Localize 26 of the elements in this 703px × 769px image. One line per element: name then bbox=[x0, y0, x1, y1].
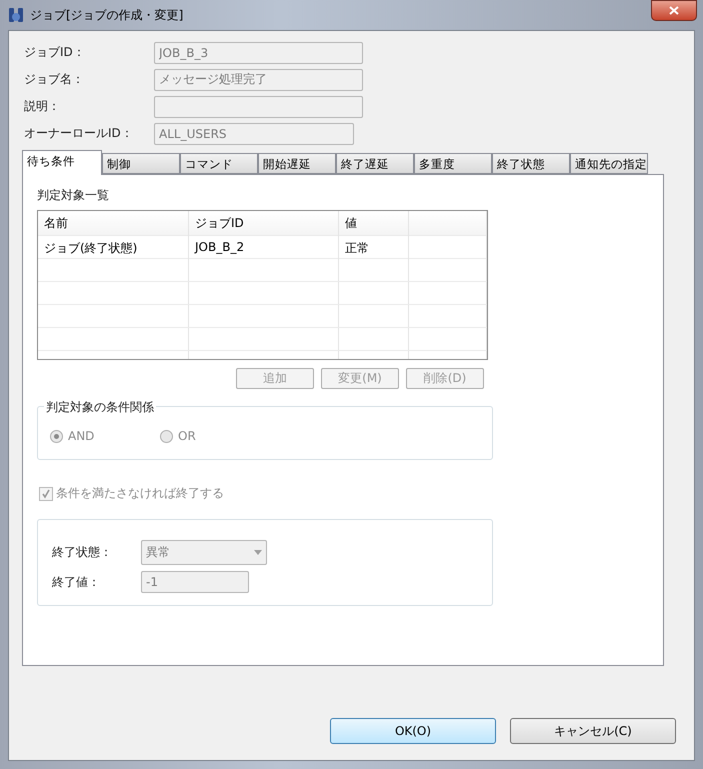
field-label: ジョブ名： bbox=[23, 71, 85, 88]
tab[interactable]: 制御 bbox=[102, 153, 180, 174]
field-label: ジョブID： bbox=[23, 44, 86, 61]
check-icon bbox=[41, 488, 51, 498]
tab[interactable]: 終了遅延 bbox=[336, 153, 414, 174]
caret-icon bbox=[254, 550, 262, 555]
field-label: 説明： bbox=[23, 98, 61, 115]
dialog-button[interactable]: OK(O) bbox=[330, 718, 496, 744]
table[interactable]: 名前 ジョブID 値 ジョブ(終了状態) JOB_B_2 正常 bbox=[37, 210, 488, 360]
tab[interactable]: コマンド bbox=[180, 153, 258, 174]
tab[interactable]: 開始遅延 bbox=[258, 153, 336, 174]
field-label: 終了値： bbox=[52, 574, 101, 590]
field-label: オーナーロールID： bbox=[23, 125, 134, 142]
tab[interactable]: 終了状態 bbox=[492, 153, 570, 174]
group-title: 判定対象の条件関係 bbox=[44, 399, 156, 416]
window-title: ジョブ[ジョブの作成・変更] bbox=[30, 6, 184, 24]
field-label: 終了状態： bbox=[52, 544, 113, 561]
close-button[interactable] bbox=[651, 0, 697, 21]
section-label: 判定対象一覧 bbox=[37, 187, 110, 204]
tab[interactable]: 待ち条件 bbox=[22, 150, 102, 175]
dropdown[interactable]: 異常 bbox=[141, 540, 267, 565]
dialog-button[interactable]: キャンセル(C) bbox=[510, 718, 676, 744]
tab[interactable]: 多重度 bbox=[414, 153, 492, 174]
close-icon bbox=[669, 6, 679, 15]
app-icon bbox=[8, 7, 24, 23]
tab[interactable]: 通知先の指定 bbox=[570, 153, 648, 174]
